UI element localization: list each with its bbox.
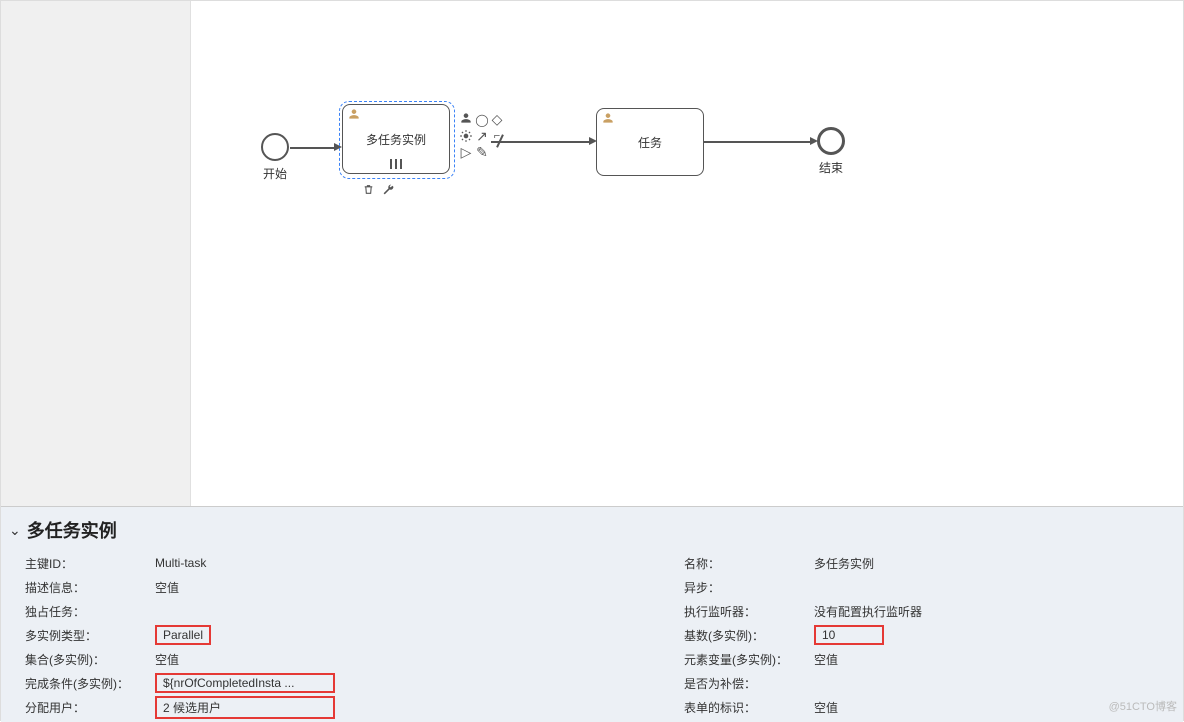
start-circle-icon [261, 133, 289, 161]
prop-name[interactable]: 名称： 多任务实例 [684, 551, 1163, 575]
panel-title: 多任务实例 [27, 517, 117, 543]
ctx-user-icon[interactable] [459, 111, 473, 125]
prop-async[interactable]: 异步： [684, 575, 1163, 599]
canvas-area: 开始 多任务实例 ◯ ◇ ↗ ⌐ ▷ ✎ [1, 1, 1183, 503]
prop-value: 空值 [814, 651, 1163, 668]
user-icon [347, 107, 361, 121]
highlight: ${nrOfCompletedInsta ... [155, 673, 335, 693]
end-circle-icon [817, 127, 845, 155]
user-icon [601, 111, 615, 125]
sequence-flow[interactable] [704, 141, 812, 143]
prop-compensate[interactable]: 是否为补偿： [684, 671, 1163, 695]
end-label: 结束 [819, 159, 843, 176]
prop-label: 元素变量(多实例)： [684, 651, 814, 668]
bpmn-canvas[interactable]: 开始 多任务实例 ◯ ◇ ↗ ⌐ ▷ ✎ [191, 1, 1183, 506]
prop-value: Parallel [155, 625, 504, 645]
props-col-right: 名称： 多任务实例 异步： 执行监听器： 没有配置执行监听器 基数(多实例)： … [524, 551, 1183, 719]
properties-header[interactable]: ⌄ 多任务实例 [9, 507, 1183, 551]
user-task-multi[interactable]: 多任务实例 [339, 101, 455, 179]
prop-assign[interactable]: 分配用户： 2 候选用户 [25, 695, 504, 719]
prop-value: 空值 [155, 651, 504, 668]
prop-value: 空值 [155, 579, 504, 596]
ctx-trash-icon[interactable] [361, 183, 375, 197]
task-box: 多任务实例 [342, 104, 450, 174]
prop-value: 多任务实例 [814, 555, 1163, 572]
prop-listener[interactable]: 执行监听器： 没有配置执行监听器 [684, 599, 1163, 623]
prop-cardinality[interactable]: 基数(多实例)： 10 [684, 623, 1163, 647]
ctx-edit-icon[interactable]: ✎ [475, 145, 489, 159]
prop-value: 2 候选用户 [155, 696, 504, 719]
prop-label: 主键ID： [25, 555, 155, 572]
sequence-flow[interactable] [290, 147, 335, 149]
prop-desc[interactable]: 描述信息： 空值 [25, 575, 504, 599]
prop-id[interactable]: 主键ID： Multi-task [25, 551, 504, 575]
task-label: 任务 [638, 134, 662, 151]
prop-label: 执行监听器： [684, 603, 814, 620]
prop-value: 没有配置执行监听器 [814, 603, 1163, 620]
sequence-flow[interactable] [491, 141, 591, 143]
palette-gutter [1, 1, 191, 506]
prop-label: 集合(多实例)： [25, 651, 155, 668]
prop-label: 表单的标识： [684, 699, 814, 716]
task-label: 多任务实例 [366, 131, 426, 148]
prop-value: ${nrOfCompletedInsta ... [155, 673, 504, 693]
highlight: Parallel [155, 625, 211, 645]
prop-label: 名称： [684, 555, 814, 572]
prop-label: 分配用户： [25, 699, 155, 716]
properties-body: 主键ID： Multi-task 描述信息： 空值 独占任务： 多实例类型： P… [9, 551, 1183, 719]
start-event[interactable]: 开始 [261, 133, 289, 161]
prop-collection[interactable]: 集合(多实例)： 空值 [25, 647, 504, 671]
ctx-diamond-icon[interactable]: ◇ [490, 112, 504, 126]
prop-label: 完成条件(多实例)： [25, 675, 155, 692]
prop-label: 描述信息： [25, 579, 155, 596]
prop-elemvar[interactable]: 元素变量(多实例)： 空值 [684, 647, 1163, 671]
highlight: 2 候选用户 [155, 696, 335, 719]
chevron-down-icon: ⌄ [9, 522, 21, 539]
prop-label: 基数(多实例)： [684, 627, 814, 644]
prop-formkey[interactable]: 表单的标识： 空值 [684, 695, 1163, 719]
end-event[interactable]: 结束 [817, 127, 845, 155]
prop-label: 异步： [684, 579, 814, 596]
properties-panel: ⌄ 多任务实例 主键ID： Multi-task 描述信息： 空值 独占任务： … [1, 506, 1183, 722]
prop-label: 独占任务： [25, 603, 155, 620]
prop-value: Multi-task [155, 556, 504, 570]
prop-exclusive[interactable]: 独占任务： [25, 599, 504, 623]
ctx-play-icon[interactable]: ▷ [459, 145, 473, 159]
ctx-arrow-icon[interactable]: ↗ [475, 129, 489, 143]
ctx-circle-icon[interactable]: ◯ [475, 113, 489, 127]
prop-value: 10 [814, 625, 1163, 645]
user-task[interactable]: 任务 [596, 108, 704, 176]
props-col-left: 主键ID： Multi-task 描述信息： 空值 独占任务： 多实例类型： P… [9, 551, 524, 719]
prop-complete[interactable]: 完成条件(多实例)： ${nrOfCompletedInsta ... [25, 671, 504, 695]
start-label: 开始 [263, 165, 287, 182]
parallel-marker-icon [390, 159, 402, 169]
prop-multi-type[interactable]: 多实例类型： Parallel [25, 623, 504, 647]
watermark: @51CTO博客 [1109, 698, 1177, 714]
task-box: 任务 [596, 108, 704, 176]
ctx-wrench-icon[interactable] [381, 183, 395, 197]
ctx-gear-icon[interactable] [459, 129, 473, 143]
prop-label: 多实例类型： [25, 627, 155, 644]
prop-label: 是否为补偿： [684, 675, 814, 692]
highlight: 10 [814, 625, 884, 645]
